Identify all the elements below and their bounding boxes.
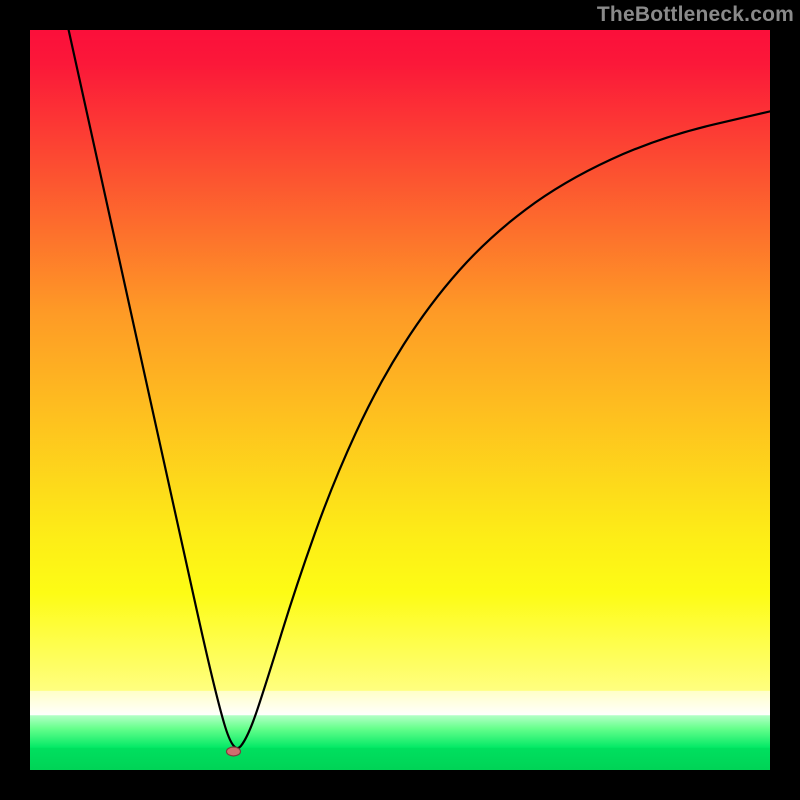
watermark-text: TheBottleneck.com <box>597 3 794 27</box>
gradient-band <box>30 30 770 594</box>
chart-canvas <box>30 30 770 770</box>
gradient-band <box>30 748 770 770</box>
outer-frame: TheBottleneck.com <box>0 0 800 800</box>
gradient-band <box>30 715 770 748</box>
plot-area <box>30 30 770 770</box>
optimal-point-marker <box>227 747 241 756</box>
gradient-band <box>30 593 770 691</box>
gradient-band <box>30 691 770 716</box>
